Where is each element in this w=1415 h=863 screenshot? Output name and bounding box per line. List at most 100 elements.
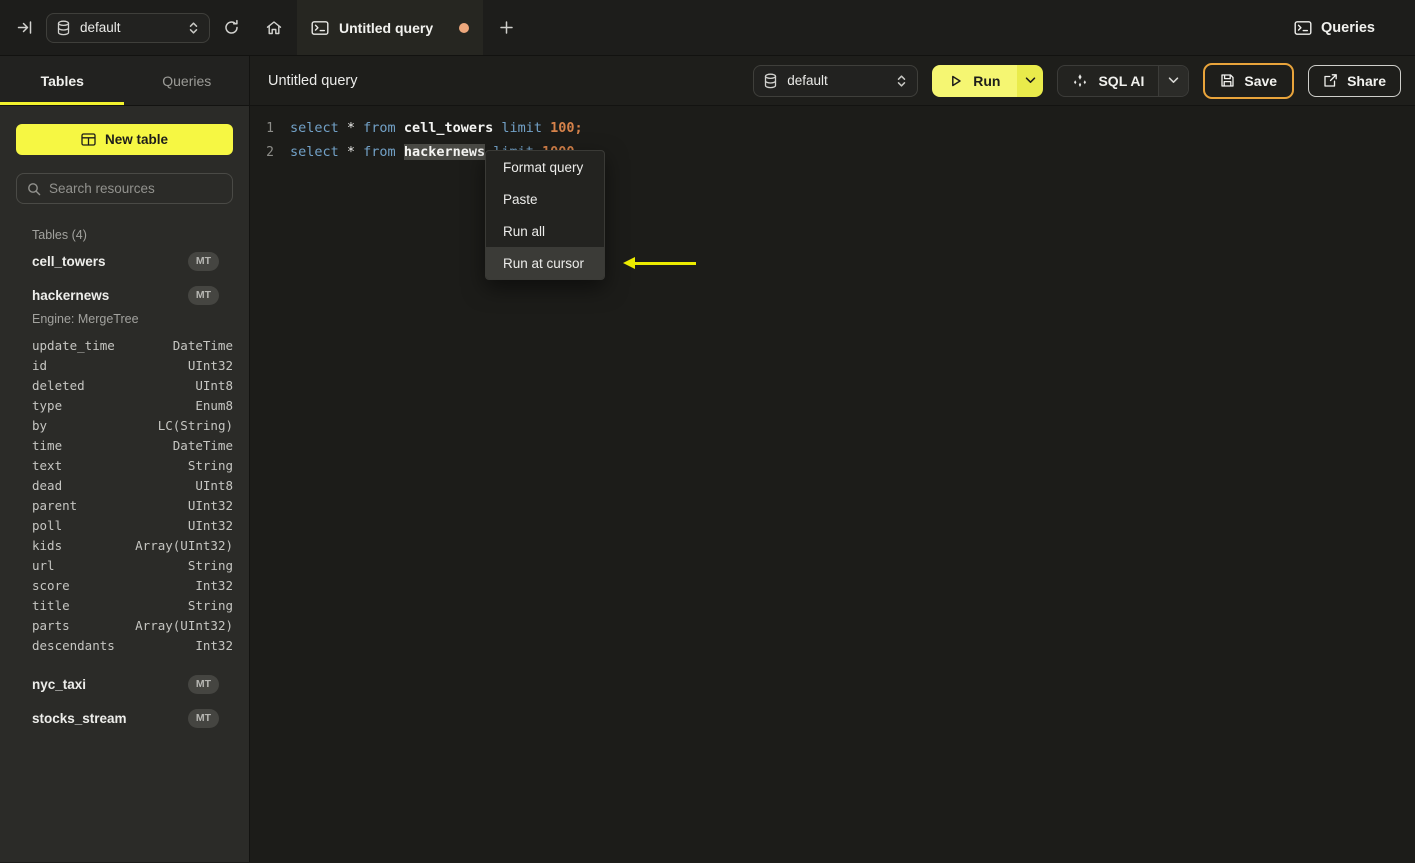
- play-icon: [949, 74, 963, 88]
- column-row: url String: [16, 555, 233, 575]
- terminal-icon: [311, 20, 329, 36]
- column-name: update_time: [32, 337, 115, 353]
- editor-context-menu: Format query Paste Run all Run at cursor: [485, 150, 605, 280]
- unsaved-changes-dot: [459, 22, 469, 33]
- column-name: descendants: [32, 637, 115, 653]
- code-token: 100;: [550, 120, 583, 136]
- column-type: Enum8: [195, 397, 233, 413]
- column-name: parts: [32, 617, 70, 633]
- run-options-button[interactable]: [1017, 64, 1044, 97]
- table-name: nyc_taxi: [32, 676, 87, 692]
- sidebar-tab-tables[interactable]: Tables: [0, 56, 125, 105]
- column-row: dead UInt8: [16, 475, 233, 495]
- active-tab-underline: [0, 102, 124, 105]
- collapse-sidebar-button[interactable]: [16, 19, 33, 36]
- column-name: score: [32, 577, 70, 593]
- code-line[interactable]: 1 select * from cell_towers limit 100;: [250, 116, 1415, 140]
- column-type: String: [187, 457, 233, 473]
- column-row: descendants Int32: [16, 635, 233, 655]
- tables-section-header: Tables (4): [32, 228, 87, 242]
- sql-ai-button[interactable]: SQL AI: [1058, 66, 1158, 96]
- tab-strip: Untitled query: [250, 0, 529, 55]
- collapse-sidebar-icon: [16, 19, 33, 36]
- menu-item-format-query[interactable]: Format query: [486, 151, 604, 183]
- query-title: Untitled query: [268, 72, 358, 89]
- new-tab-button[interactable]: [483, 0, 529, 55]
- column-row: by LC(String): [16, 415, 233, 435]
- code-text: select * from cell_towers limit 100;: [290, 120, 583, 136]
- save-button[interactable]: Save: [1203, 62, 1295, 99]
- home-button[interactable]: [250, 0, 297, 55]
- tables-list: cell_towers MT hackernews MT Engine: MergeTr…: [16, 244, 233, 735]
- column-name: deleted: [32, 377, 85, 393]
- column-type: String: [187, 557, 233, 573]
- run-button[interactable]: Run: [932, 64, 1018, 97]
- column-name: text: [32, 457, 63, 473]
- column-row: time DateTime: [16, 435, 233, 455]
- toolbar-actions: default Run SQL AI Save Share: [753, 62, 1401, 99]
- engine-badge: MT: [188, 708, 219, 728]
- column-name: url: [32, 557, 55, 573]
- table-row[interactable]: nyc_taxi MT: [16, 667, 233, 701]
- table-name: cell_towers: [32, 253, 106, 269]
- column-name: dead: [32, 477, 63, 493]
- column-type: UInt32: [187, 497, 233, 513]
- query-toolbar: Untitled query default Run SQL AI Save S…: [250, 56, 1415, 105]
- code-token: limit: [501, 120, 551, 136]
- sidebar-tab-queries[interactable]: Queries: [125, 56, 250, 105]
- table-row[interactable]: stocks_stream MT: [16, 701, 233, 735]
- database-selector-value: default: [80, 20, 121, 35]
- column-row: poll UInt32: [16, 515, 233, 535]
- column-type: UInt32: [187, 357, 233, 373]
- line-number: 1: [266, 120, 274, 136]
- queries-menu-button[interactable]: Queries: [1294, 0, 1415, 55]
- database-selector-toolbar[interactable]: default: [753, 64, 919, 97]
- chevron-updown-icon: [895, 74, 908, 88]
- code-line[interactable]: 2select * from hackernews limit 1000: [250, 140, 1415, 164]
- database-selector-top[interactable]: default: [46, 12, 210, 43]
- column-name: time: [32, 437, 63, 453]
- database-selector-value: default: [787, 73, 828, 88]
- column-name: title: [32, 597, 70, 613]
- table-engine-label: Engine: MergeTree: [32, 312, 139, 326]
- column-list: update_time DateTime id UInt32 deleted UInt8 t…: [16, 335, 233, 655]
- sql-ai-options-button[interactable]: [1158, 65, 1189, 96]
- database-icon: [56, 20, 71, 36]
- top-bar-left: default: [0, 0, 250, 55]
- code-token: from: [363, 120, 404, 136]
- table-row[interactable]: hackernews MT: [16, 278, 233, 312]
- column-row: deleted UInt8: [16, 375, 233, 395]
- annotation-arrow: [623, 257, 696, 270]
- sql-ai-label: SQL AI: [1098, 72, 1145, 89]
- column-type: Int32: [195, 637, 233, 653]
- queries-label: Queries: [1321, 19, 1375, 36]
- column-name: id: [32, 357, 48, 373]
- code-token: *: [346, 120, 364, 136]
- menu-item-run-all[interactable]: Run all: [486, 215, 604, 247]
- new-table-button[interactable]: New table: [16, 124, 233, 155]
- save-label: Save: [1244, 72, 1278, 89]
- code-token: cell_towers: [403, 120, 494, 136]
- menu-item-paste[interactable]: Paste: [486, 183, 604, 215]
- arrow-shaft: [633, 262, 696, 265]
- page-body: New table Tables (4) cell_towersMThacker…: [0, 106, 1415, 862]
- code-token: hackernews: [403, 144, 486, 160]
- table-row[interactable]: cell_towers MT: [16, 244, 233, 278]
- column-name: by: [32, 417, 48, 433]
- sql-editor[interactable]: 1 select * from cell_towers limit 100; 2 se…: [250, 106, 1415, 862]
- column-row: score Int32: [16, 575, 233, 595]
- column-type: UInt8: [195, 477, 233, 493]
- refresh-button[interactable]: [223, 19, 240, 36]
- tab-untitled-query[interactable]: Untitled query: [297, 0, 483, 55]
- sidebar-tab-bar: Tables Queries: [0, 56, 250, 105]
- search-input[interactable]: [49, 181, 222, 196]
- column-type: String: [187, 597, 233, 613]
- engine-badge: MT: [188, 285, 219, 305]
- run-label: Run: [973, 72, 1001, 89]
- column-type: DateTime: [172, 337, 233, 353]
- menu-item-run-at-cursor[interactable]: Run at cursor: [486, 247, 604, 279]
- share-button[interactable]: Share: [1308, 64, 1401, 97]
- search-box: [16, 173, 233, 204]
- save-icon: [1220, 73, 1235, 88]
- column-type: UInt8: [195, 377, 233, 393]
